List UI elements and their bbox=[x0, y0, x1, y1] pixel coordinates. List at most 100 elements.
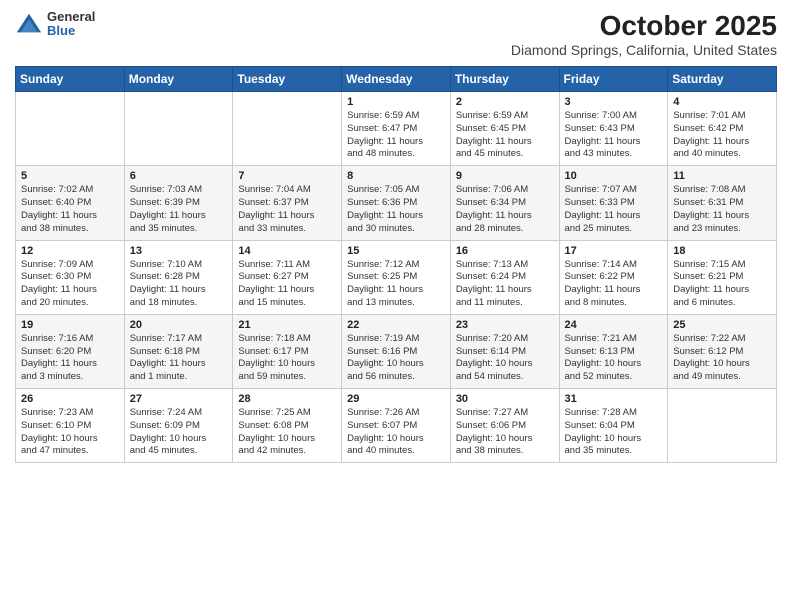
day-number: 1 bbox=[347, 96, 445, 108]
day-number: 14 bbox=[238, 245, 336, 257]
calendar-cell: 29Sunrise: 7:26 AM Sunset: 6:07 PM Dayli… bbox=[342, 389, 451, 463]
calendar-cell: 6 Sunrise: 7:03 AM Sunset: 6:39 PM Daylig… bbox=[124, 166, 233, 240]
day-info: Sunrise: 7:03 AM Sunset: 6:39 PM Dayligh… bbox=[130, 184, 228, 235]
calendar-cell: 22Sunrise: 7:19 AM Sunset: 6:16 PM Dayli… bbox=[342, 314, 451, 388]
calendar-week-0: 1 Sunrise: 6:59 AM Sunset: 6:47 PM Daylig… bbox=[16, 92, 777, 166]
day-number: 27 bbox=[130, 393, 228, 405]
day-info: Sunrise: 7:17 AM Sunset: 6:18 PM Dayligh… bbox=[130, 333, 228, 384]
calendar-cell bbox=[233, 92, 342, 166]
day-info: Sunrise: 7:15 AM Sunset: 6:21 PM Dayligh… bbox=[673, 259, 771, 310]
logo-icon bbox=[15, 10, 43, 38]
day-number: 8 bbox=[347, 170, 445, 182]
day-info: Sunrise: 7:20 AM Sunset: 6:14 PM Dayligh… bbox=[456, 333, 554, 384]
day-number: 17 bbox=[565, 245, 663, 257]
day-number: 19 bbox=[21, 319, 119, 331]
logo: General Blue bbox=[15, 10, 95, 39]
day-info: Sunrise: 7:08 AM Sunset: 6:31 PM Dayligh… bbox=[673, 184, 771, 235]
calendar-cell: 12Sunrise: 7:09 AM Sunset: 6:30 PM Dayli… bbox=[16, 240, 125, 314]
logo-general-label: General bbox=[47, 10, 95, 24]
calendar-cell: 1 Sunrise: 6:59 AM Sunset: 6:47 PM Daylig… bbox=[342, 92, 451, 166]
calendar-cell: 2 Sunrise: 6:59 AM Sunset: 6:45 PM Daylig… bbox=[450, 92, 559, 166]
calendar-cell: 24 Sunrise: 7:21 AM Sunset: 6:13 PM Dayli… bbox=[559, 314, 668, 388]
day-number: 20 bbox=[130, 319, 228, 331]
title-block: October 2025 Diamond Springs, California… bbox=[511, 10, 777, 58]
day-number: 24 bbox=[565, 319, 663, 331]
day-number: 22 bbox=[347, 319, 445, 331]
calendar-cell: 8Sunrise: 7:05 AM Sunset: 6:36 PM Daylig… bbox=[342, 166, 451, 240]
calendar-cell bbox=[124, 92, 233, 166]
day-number: 16 bbox=[456, 245, 554, 257]
weekday-header-tuesday: Tuesday bbox=[233, 67, 342, 92]
calendar-cell: 18 Sunrise: 7:15 AM Sunset: 6:21 PM Dayli… bbox=[668, 240, 777, 314]
weekday-header-monday: Monday bbox=[124, 67, 233, 92]
main-title: October 2025 bbox=[511, 10, 777, 42]
day-number: 6 bbox=[130, 170, 228, 182]
calendar-cell: 14 Sunrise: 7:11 AM Sunset: 6:27 PM Dayli… bbox=[233, 240, 342, 314]
day-number: 11 bbox=[673, 170, 771, 182]
day-info: Sunrise: 7:18 AM Sunset: 6:17 PM Dayligh… bbox=[238, 333, 336, 384]
calendar-cell: 31 Sunrise: 7:28 AM Sunset: 6:04 PM Dayli… bbox=[559, 389, 668, 463]
day-info: Sunrise: 7:06 AM Sunset: 6:34 PM Dayligh… bbox=[456, 184, 554, 235]
day-info: Sunrise: 7:16 AM Sunset: 6:20 PM Dayligh… bbox=[21, 333, 119, 384]
calendar-cell: 10Sunrise: 7:07 AM Sunset: 6:33 PM Dayli… bbox=[559, 166, 668, 240]
day-info: Sunrise: 7:23 AM Sunset: 6:10 PM Dayligh… bbox=[21, 407, 119, 458]
calendar-cell: 23 Sunrise: 7:20 AM Sunset: 6:14 PM Dayli… bbox=[450, 314, 559, 388]
day-info: Sunrise: 7:28 AM Sunset: 6:04 PM Dayligh… bbox=[565, 407, 663, 458]
day-info: Sunrise: 7:25 AM Sunset: 6:08 PM Dayligh… bbox=[238, 407, 336, 458]
day-info: Sunrise: 7:09 AM Sunset: 6:30 PM Dayligh… bbox=[21, 259, 119, 310]
day-number: 23 bbox=[456, 319, 554, 331]
calendar-cell: 15Sunrise: 7:12 AM Sunset: 6:25 PM Dayli… bbox=[342, 240, 451, 314]
day-info: Sunrise: 7:22 AM Sunset: 6:12 PM Dayligh… bbox=[673, 333, 771, 384]
day-number: 4 bbox=[673, 96, 771, 108]
calendar-cell: 11 Sunrise: 7:08 AM Sunset: 6:31 PM Dayli… bbox=[668, 166, 777, 240]
day-info: Sunrise: 7:21 AM Sunset: 6:13 PM Dayligh… bbox=[565, 333, 663, 384]
calendar-cell: 17Sunrise: 7:14 AM Sunset: 6:22 PM Dayli… bbox=[559, 240, 668, 314]
page: General Blue October 2025 Diamond Spring… bbox=[0, 0, 792, 612]
calendar-cell: 3 Sunrise: 7:00 AM Sunset: 6:43 PM Daylig… bbox=[559, 92, 668, 166]
weekday-header-saturday: Saturday bbox=[668, 67, 777, 92]
day-number: 18 bbox=[673, 245, 771, 257]
day-number: 26 bbox=[21, 393, 119, 405]
calendar-week-4: 26 Sunrise: 7:23 AM Sunset: 6:10 PM Dayli… bbox=[16, 389, 777, 463]
day-info: Sunrise: 6:59 AM Sunset: 6:47 PM Dayligh… bbox=[347, 110, 445, 161]
subtitle: Diamond Springs, California, United Stat… bbox=[511, 42, 777, 58]
day-info: Sunrise: 7:04 AM Sunset: 6:37 PM Dayligh… bbox=[238, 184, 336, 235]
calendar-cell: 4Sunrise: 7:01 AM Sunset: 6:42 PM Daylig… bbox=[668, 92, 777, 166]
day-number: 3 bbox=[565, 96, 663, 108]
day-number: 7 bbox=[238, 170, 336, 182]
calendar-cell: 21 Sunrise: 7:18 AM Sunset: 6:17 PM Dayli… bbox=[233, 314, 342, 388]
day-number: 31 bbox=[565, 393, 663, 405]
day-number: 30 bbox=[456, 393, 554, 405]
weekday-header-sunday: Sunday bbox=[16, 67, 125, 92]
calendar-cell: 28 Sunrise: 7:25 AM Sunset: 6:08 PM Dayli… bbox=[233, 389, 342, 463]
calendar-cell: 27 Sunrise: 7:24 AM Sunset: 6:09 PM Dayli… bbox=[124, 389, 233, 463]
calendar-cell: 20 Sunrise: 7:17 AM Sunset: 6:18 PM Dayli… bbox=[124, 314, 233, 388]
day-number: 5 bbox=[21, 170, 119, 182]
day-number: 13 bbox=[130, 245, 228, 257]
day-number: 9 bbox=[456, 170, 554, 182]
calendar-cell: 30 Sunrise: 7:27 AM Sunset: 6:06 PM Dayli… bbox=[450, 389, 559, 463]
weekday-header-wednesday: Wednesday bbox=[342, 67, 451, 92]
day-info: Sunrise: 7:24 AM Sunset: 6:09 PM Dayligh… bbox=[130, 407, 228, 458]
calendar-cell: 19 Sunrise: 7:16 AM Sunset: 6:20 PM Dayli… bbox=[16, 314, 125, 388]
day-info: Sunrise: 7:02 AM Sunset: 6:40 PM Dayligh… bbox=[21, 184, 119, 235]
logo-blue-label: Blue bbox=[47, 24, 95, 38]
calendar-cell: 9 Sunrise: 7:06 AM Sunset: 6:34 PM Daylig… bbox=[450, 166, 559, 240]
day-number: 28 bbox=[238, 393, 336, 405]
day-info: Sunrise: 7:13 AM Sunset: 6:24 PM Dayligh… bbox=[456, 259, 554, 310]
weekday-header-row: SundayMondayTuesdayWednesdayThursdayFrid… bbox=[16, 67, 777, 92]
day-number: 29 bbox=[347, 393, 445, 405]
calendar-cell: 5 Sunrise: 7:02 AM Sunset: 6:40 PM Daylig… bbox=[16, 166, 125, 240]
day-number: 25 bbox=[673, 319, 771, 331]
day-info: Sunrise: 7:27 AM Sunset: 6:06 PM Dayligh… bbox=[456, 407, 554, 458]
calendar-cell: 13Sunrise: 7:10 AM Sunset: 6:28 PM Dayli… bbox=[124, 240, 233, 314]
day-info: Sunrise: 7:11 AM Sunset: 6:27 PM Dayligh… bbox=[238, 259, 336, 310]
day-info: Sunrise: 7:00 AM Sunset: 6:43 PM Dayligh… bbox=[565, 110, 663, 161]
day-number: 21 bbox=[238, 319, 336, 331]
calendar-cell bbox=[668, 389, 777, 463]
day-number: 2 bbox=[456, 96, 554, 108]
day-info: Sunrise: 6:59 AM Sunset: 6:45 PM Dayligh… bbox=[456, 110, 554, 161]
weekday-header-thursday: Thursday bbox=[450, 67, 559, 92]
calendar-cell bbox=[16, 92, 125, 166]
header: General Blue October 2025 Diamond Spring… bbox=[15, 10, 777, 58]
